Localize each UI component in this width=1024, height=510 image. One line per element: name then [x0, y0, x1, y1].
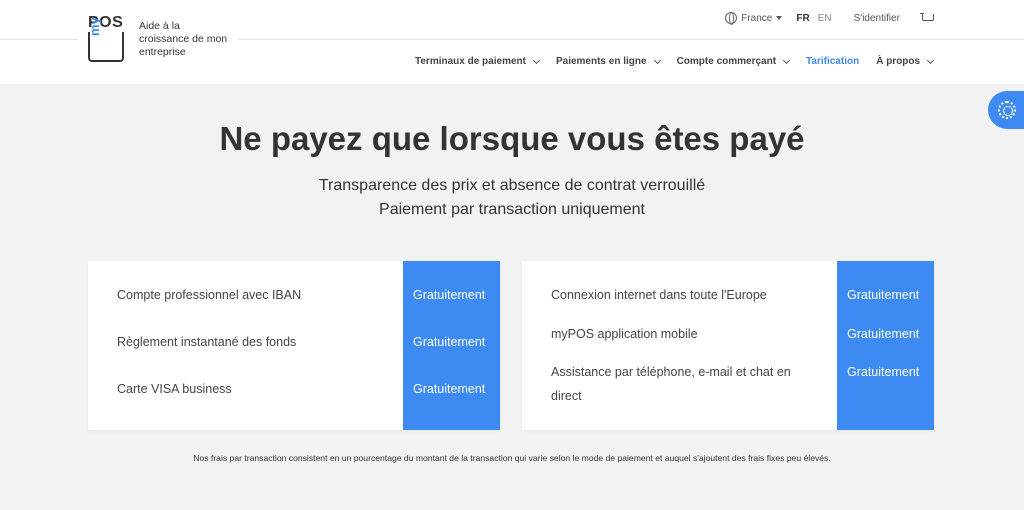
- nav-item-a-propos[interactable]: À propos: [876, 56, 935, 67]
- pricing-card-left: Compte professionnel avec IBAN Gratuitem…: [88, 261, 500, 430]
- top-utility-bar: France FR EN S'identifier: [725, 12, 934, 25]
- feature-price: Gratuitement: [847, 365, 920, 379]
- cart-icon[interactable]: [920, 12, 934, 24]
- feature-label: Connexion internet dans toute l'Europe: [551, 288, 767, 302]
- feature-label: myPOS application mobile: [551, 327, 698, 341]
- chevron-down-icon: [532, 56, 541, 64]
- feature-price: Gratuitement: [847, 327, 920, 341]
- nav-item-label: À propos: [876, 56, 921, 67]
- feature-label: Règlement instantané des fonds: [117, 335, 297, 349]
- page-subtitle-1: Transparence des prix et absence de cont…: [318, 177, 706, 194]
- feature-label: Assistance par téléphone, e-mail et chat…: [551, 365, 791, 403]
- feature-label: Compte professionnel avec IBAN: [117, 288, 302, 302]
- main-nav: Terminaux de paiement Paiements en ligne…: [415, 56, 950, 67]
- logo-my-text[interactable]: my: [87, 17, 102, 36]
- globe-icon[interactable]: [725, 12, 738, 25]
- nav-item-terminaux[interactable]: Terminaux de paiement: [415, 56, 541, 67]
- nav-item-label: Terminaux de paiement: [415, 56, 526, 67]
- nav-item-label: Compte commerçant: [676, 56, 777, 67]
- brand-tagline: Aide à la croissance de mon entreprise: [139, 20, 228, 58]
- feature-price: Gratuitement: [413, 382, 486, 396]
- nav-item-label: Tarification: [806, 56, 860, 67]
- pricing-card-right: Connexion internet dans toute l'Europe G…: [522, 261, 934, 430]
- nav-item-tarification[interactable]: Tarification: [806, 56, 859, 67]
- language-en[interactable]: EN: [818, 13, 832, 24]
- nav-item-paiements-en-ligne[interactable]: Paiements en ligne: [555, 56, 661, 67]
- language-fr[interactable]: FR: [796, 13, 809, 24]
- nav-item-label: Paiements en ligne: [555, 56, 647, 67]
- country-selector[interactable]: France: [741, 13, 772, 24]
- feature-price: Gratuitement: [413, 288, 486, 302]
- chevron-down-icon: [927, 56, 935, 64]
- page-subtitle-2: Paiement par transaction uniquement: [379, 201, 645, 218]
- feature-price: Gratuitement: [413, 335, 486, 349]
- login-link[interactable]: S'identifier: [854, 13, 900, 24]
- caret-down-icon[interactable]: [776, 16, 783, 20]
- nav-item-compte-commercant[interactable]: Compte commerçant: [676, 56, 791, 67]
- feature-label: Carte VISA business: [117, 382, 232, 396]
- chevron-down-icon: [653, 56, 661, 64]
- feature-price: Gratuitement: [847, 288, 920, 302]
- chevron-down-icon: [782, 56, 791, 64]
- page-title: Ne payez que lorsque vous êtes payé: [219, 120, 805, 157]
- site-header: POS my Aide à la croissance de mon entre…: [0, 0, 1024, 84]
- gear-icon: [998, 101, 1016, 119]
- pricing-footnote: Nos frais par transaction consistent en …: [193, 453, 831, 463]
